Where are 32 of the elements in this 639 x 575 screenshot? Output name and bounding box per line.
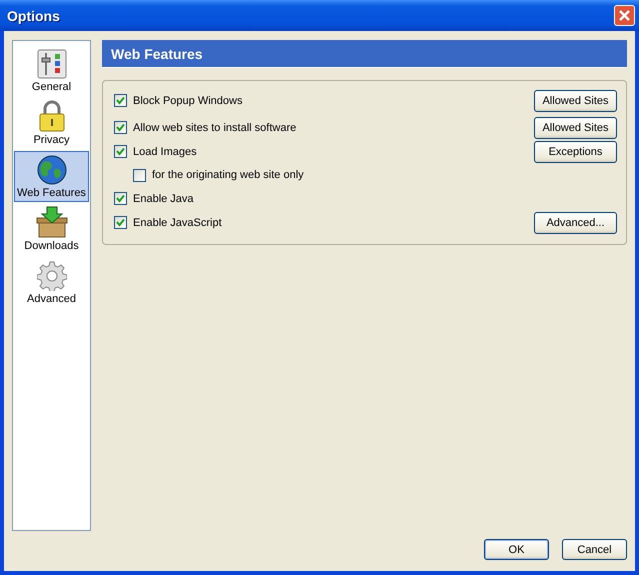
- close-icon: [618, 9, 631, 22]
- option-button[interactable]: Allowed Sites: [534, 90, 617, 112]
- checkbox[interactable]: [114, 192, 127, 205]
- globe-icon: [36, 155, 66, 185]
- checkbox[interactable]: [114, 94, 127, 107]
- option-label: Block Popup Windows: [133, 94, 242, 106]
- option-button[interactable]: Advanced...: [534, 212, 617, 234]
- checkbox[interactable]: [114, 145, 127, 158]
- category-item[interactable]: Web Features: [14, 151, 89, 202]
- option-label: Enable JavaScript: [133, 216, 222, 228]
- dialog-button[interactable]: Cancel: [562, 539, 627, 560]
- close-button[interactable]: [614, 5, 635, 26]
- sliders-icon: [36, 49, 66, 79]
- option-label: Enable Java: [133, 192, 194, 204]
- panel-header: Web Features: [102, 40, 627, 68]
- option-button[interactable]: Allowed Sites: [534, 116, 617, 138]
- checkbox[interactable]: [133, 168, 146, 182]
- dialog-button[interactable]: OK: [484, 539, 549, 560]
- checkbox[interactable]: [114, 216, 127, 229]
- box-download-icon: [36, 206, 68, 238]
- category-item[interactable]: General: [14, 45, 89, 96]
- option-label: Allow web sites to install software: [133, 122, 296, 134]
- category-item[interactable]: Downloads: [14, 204, 89, 255]
- category-item[interactable]: Advanced: [14, 257, 89, 308]
- window-title: Options: [7, 8, 60, 24]
- padlock-icon: [38, 100, 66, 132]
- checkbox[interactable]: [114, 121, 127, 134]
- option-label: for the originating web site only: [152, 169, 304, 181]
- gear-icon: [36, 261, 66, 291]
- option-label: Load Images: [133, 146, 197, 158]
- category-item[interactable]: Privacy: [14, 98, 89, 149]
- option-button[interactable]: Exceptions: [534, 140, 617, 162]
